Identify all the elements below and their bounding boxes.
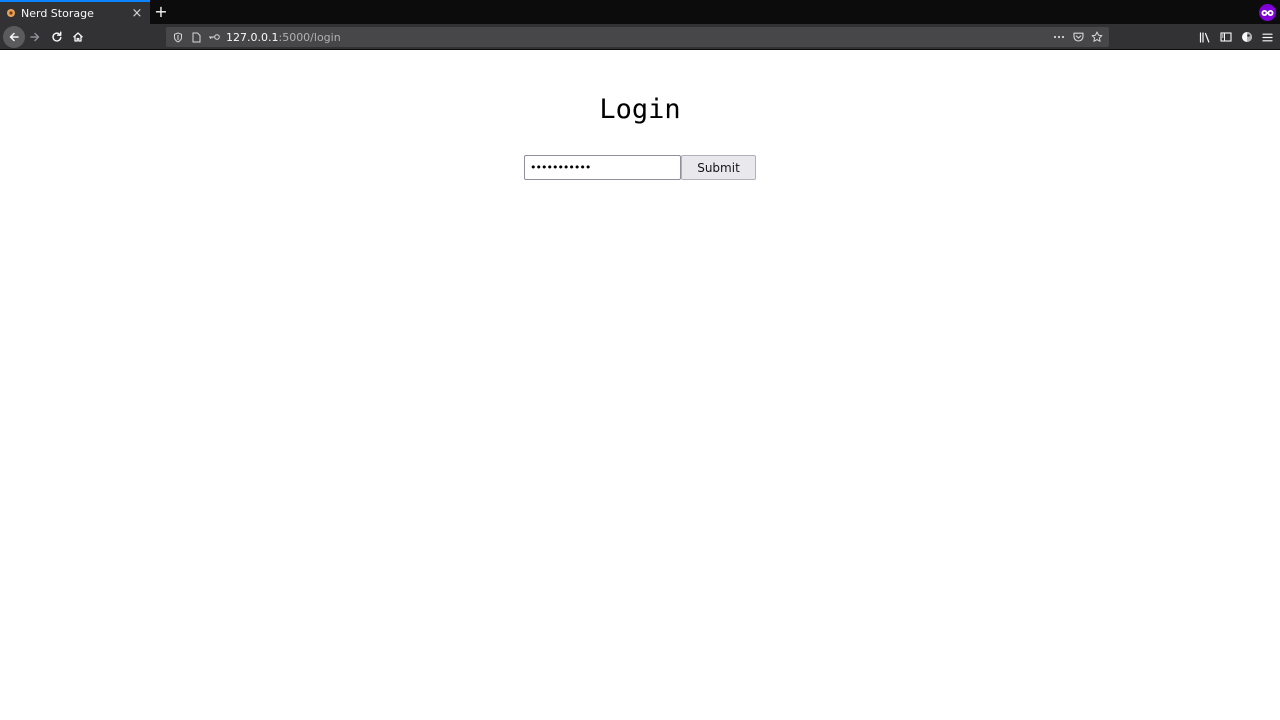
password-input[interactable] bbox=[524, 155, 681, 180]
private-browsing-icon bbox=[1259, 4, 1276, 21]
tab-nerd-storage[interactable]: Nerd Storage × bbox=[0, 0, 150, 24]
reload-button[interactable] bbox=[46, 26, 68, 48]
tracking-protection-shield-icon[interactable] bbox=[170, 29, 186, 45]
back-button[interactable] bbox=[3, 26, 25, 48]
page-info-icon[interactable] bbox=[188, 29, 204, 45]
forward-button[interactable] bbox=[24, 26, 46, 48]
bookmark-star-icon[interactable] bbox=[1089, 29, 1105, 45]
page-content: Login Submit bbox=[0, 51, 1280, 720]
url-bar[interactable]: 127.0.0.1:5000/login bbox=[166, 27, 1109, 47]
login-form: Submit bbox=[524, 155, 756, 180]
page-title: Login bbox=[599, 94, 681, 125]
home-icon bbox=[73, 32, 83, 42]
extension-icon[interactable] bbox=[1236, 26, 1257, 48]
key-icon[interactable] bbox=[206, 29, 222, 45]
url-path: :5000/login bbox=[278, 30, 341, 44]
home-button[interactable] bbox=[67, 26, 89, 48]
tab-strip: Nerd Storage × + bbox=[0, 0, 1280, 24]
back-arrow-icon bbox=[9, 32, 19, 42]
pocket-icon[interactable] bbox=[1070, 29, 1086, 45]
new-tab-button[interactable]: + bbox=[150, 0, 172, 24]
tab-title: Nerd Storage bbox=[21, 6, 94, 20]
library-icon[interactable] bbox=[1194, 26, 1215, 48]
reload-icon bbox=[52, 31, 62, 42]
url-text: 127.0.0.1:5000/login bbox=[226, 31, 341, 44]
forward-arrow-icon bbox=[30, 32, 40, 42]
tab-close-icon[interactable]: × bbox=[130, 6, 144, 20]
page-actions-menu-icon[interactable] bbox=[1051, 29, 1067, 45]
hamburger-menu-icon[interactable] bbox=[1257, 26, 1278, 48]
navigation-toolbar: 127.0.0.1:5000/login bbox=[0, 24, 1280, 50]
sidebar-toggle-icon[interactable] bbox=[1215, 26, 1236, 48]
site-favicon-icon bbox=[6, 8, 16, 18]
url-host: 127.0.0.1 bbox=[226, 30, 279, 44]
submit-button[interactable]: Submit bbox=[681, 155, 756, 180]
